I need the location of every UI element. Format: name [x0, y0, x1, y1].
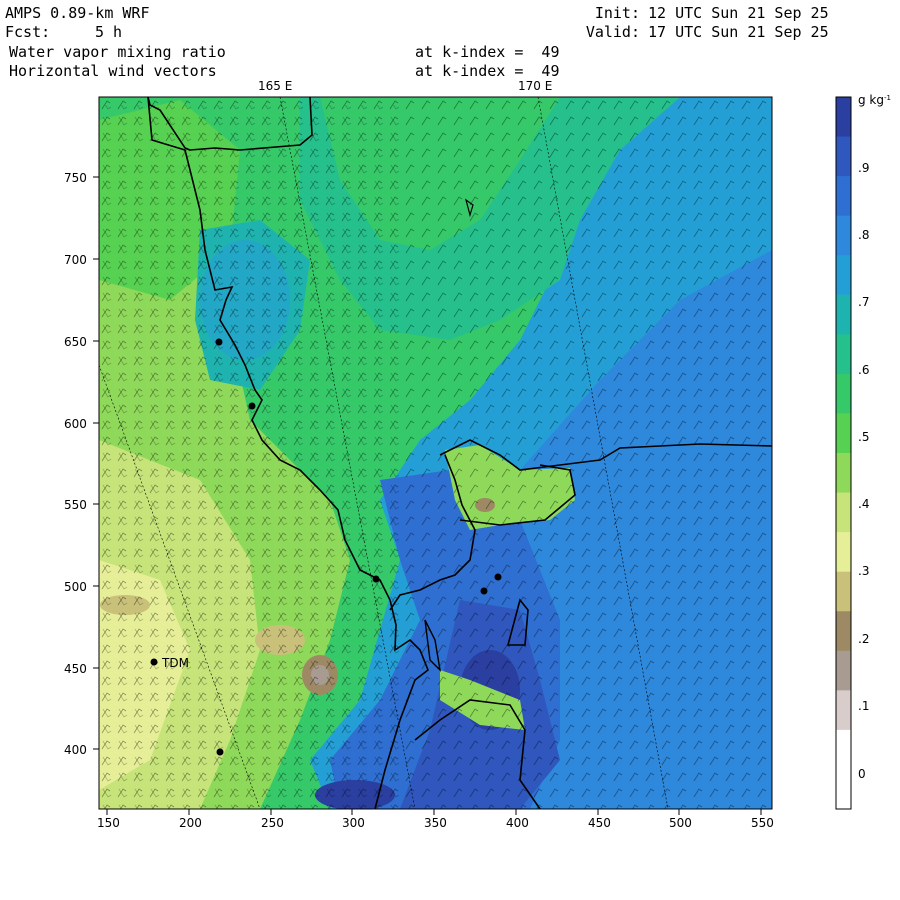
x-tick-label: 450: [588, 816, 611, 830]
colorbar-label: .9: [858, 161, 869, 175]
colorbar-swatch: [836, 334, 851, 375]
colorbar-swatch: [836, 650, 851, 691]
colorbar-swatch: [836, 97, 851, 138]
colorbar-swatch: [836, 453, 851, 494]
colorbar-swatch: [836, 373, 851, 414]
colorbar-label: .4: [858, 497, 869, 511]
colorbar-swatch: [836, 532, 851, 573]
colorbar-swatch: [836, 690, 851, 731]
colorbar-labels: g kg-1 .9 .8 .7 .6 .5 .4 .3 .2 .1 0: [858, 93, 891, 781]
station-marker: [216, 748, 224, 756]
colorbar-label: 0: [858, 767, 866, 781]
station-marker: [480, 587, 488, 595]
colorbar-label: .2: [858, 632, 869, 646]
y-tick-label: 750: [64, 171, 87, 185]
colorbar-swatch: [836, 769, 851, 810]
colorbar-swatch: [836, 255, 851, 296]
station-label-tdm: TDM: [161, 656, 189, 670]
colorbar-label: .3: [858, 564, 869, 578]
x-tick-label: 550: [751, 816, 774, 830]
colorbar-swatch: [836, 215, 851, 256]
y-tick-label: 400: [64, 743, 87, 757]
x-axis: 150 200 250 300 350 400 450 500 550: [97, 809, 774, 830]
y-tick-label: 450: [64, 662, 87, 676]
station-marker-tdm: [150, 658, 158, 666]
colorbar-swatch: [836, 611, 851, 652]
colorbar-swatch: [836, 413, 851, 454]
y-tick-label: 550: [64, 498, 87, 512]
station-marker: [248, 402, 256, 410]
station-marker: [215, 338, 223, 346]
x-tick-label: 350: [424, 816, 447, 830]
colorbar-swatch: [836, 571, 851, 612]
colorbar-swatch: [836, 492, 851, 533]
colorbar-swatch: [836, 136, 851, 177]
y-axis: 750 700 650 600 550 500 450 400: [64, 171, 99, 757]
x-tick-label: 250: [261, 816, 284, 830]
x-tick-label: 300: [342, 816, 365, 830]
colorbar-unit: g kg-1: [858, 93, 891, 107]
x-tick-label: 500: [669, 816, 692, 830]
colorbar: [835, 96, 852, 810]
x-tick-label: 400: [506, 816, 529, 830]
colorbar-label: .8: [858, 228, 869, 242]
colorbar-label: .5: [858, 430, 869, 444]
colorbar-swatch: [836, 294, 851, 335]
colorbar-label: .6: [858, 363, 869, 377]
y-tick-label: 650: [64, 335, 87, 349]
colorbar-label: .7: [858, 295, 869, 309]
y-tick-label: 500: [64, 580, 87, 594]
colorbar-label: .1: [858, 699, 869, 713]
colorbar-swatch: [836, 729, 851, 770]
map-panel: TDM 750 700 650 600 550 500 450 400 150 …: [64, 93, 891, 830]
moisture-field: [99, 97, 772, 809]
station-marker: [372, 575, 380, 583]
station-marker: [494, 573, 502, 581]
colorbar-swatch: [836, 176, 851, 217]
x-tick-label: 200: [179, 816, 202, 830]
y-tick-label: 600: [64, 417, 87, 431]
x-tick-label: 150: [97, 816, 120, 830]
y-tick-label: 700: [64, 253, 87, 267]
